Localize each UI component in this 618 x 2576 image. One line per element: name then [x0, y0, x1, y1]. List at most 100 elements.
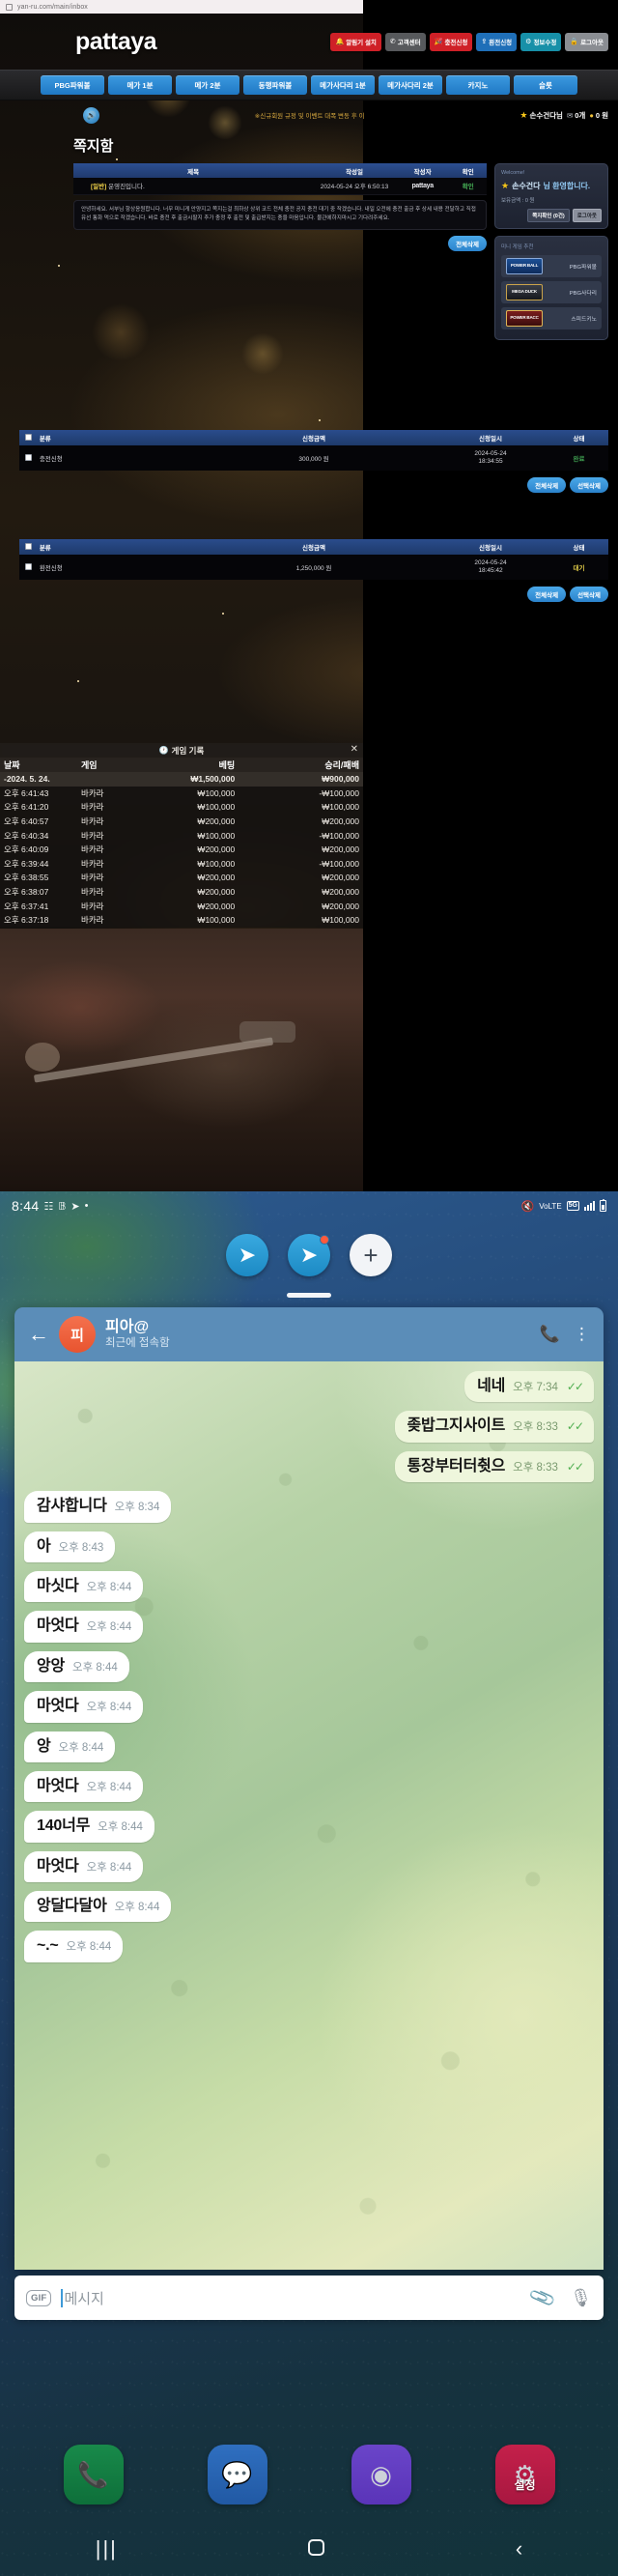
chat-message-list[interactable]: 네네 오후 7:34 ✓✓ 좆밥그지사이트 오후 8:33 ✓✓ 통장부터터췻으… [14, 1361, 604, 2270]
chat-bubble-incoming[interactable]: 감샤합니다 오후 8:34 [24, 1491, 172, 1523]
add-icon[interactable]: + [350, 1234, 392, 1276]
page-info-icon[interactable] [6, 3, 13, 11]
more-vertical-icon[interactable]: ⋮ [574, 1325, 590, 1344]
chat-bubble-incoming[interactable]: 앙달다달아 오후 8:44 [24, 1891, 172, 1923]
header-button-deposit[interactable]: 🎉 충전신청 [429, 32, 473, 51]
chat-bubble-incoming[interactable]: 아 오후 8:43 [24, 1531, 116, 1562]
withdraw-table: 분류 신청금액 신청일시 상태 환전신청 1,250,000 원 2024-05… [19, 539, 608, 580]
chat-bubble-incoming[interactable]: 마싯다 오후 8:44 [24, 1570, 144, 1603]
nav-item-casino[interactable]: 카지노 [446, 75, 510, 95]
deposit-delete-all-button[interactable]: 전체삭제 [527, 477, 567, 493]
recents-icon[interactable]: ||| [96, 2538, 118, 2560]
inbox-col-subject: 제목 [73, 163, 314, 178]
table-row[interactable]: 환전신청 1,250,000 원 2024-05-24 18:45:42 대기 [19, 555, 608, 580]
chat-bubble-incoming[interactable]: 140너무 오후 8:44 [24, 1811, 154, 1843]
message-input-bar[interactable]: GIF 메시지 📎 🎙 [14, 2275, 604, 2320]
header-button-logout[interactable]: 🔒 로그아웃 [565, 32, 608, 51]
bottom-dock: 📞 💬 ◉ ⚙ 설정 [0, 2445, 618, 2504]
list-item[interactable]: POWER BALL PBG파워볼 [501, 255, 602, 277]
close-icon[interactable]: ✕ [351, 744, 358, 755]
nav-item-pbg-powerball[interactable]: PBG파워볼 [41, 75, 104, 95]
inbox-col-date: 작성일 [313, 163, 396, 178]
inbox-column: 제목 작성일 작성자 확인 [일반] 운영진입니다. 2024-05-24 오후… [73, 163, 487, 347]
back-icon[interactable]: ‹ [516, 2538, 522, 2560]
grec-col-date: 날짜 [0, 758, 75, 772]
sparkle [222, 613, 224, 615]
telegram-icon[interactable]: ➤ [226, 1234, 268, 1276]
chat-bubble-outgoing[interactable]: 통장부터터췻으 오후 8:33 ✓✓ [394, 1450, 594, 1483]
withdraw-actions: 전체삭제 선택삭제 [19, 587, 608, 602]
chat-bubble-outgoing[interactable]: 좆밥그지사이트 오후 8:33 ✓✓ [394, 1411, 594, 1443]
grec-date: 오후 6:37:18 [4, 915, 49, 926]
chat-bubble-incoming[interactable]: 마엇다 오후 8:44 [24, 1850, 144, 1883]
grec-date: 오후 6:40:34 [4, 830, 49, 841]
drag-handle[interactable] [287, 1293, 331, 1298]
dock-app-messages[interactable]: 💬 [207, 2445, 267, 2504]
header-button-install-alarm[interactable]: 🔔 알림기 설치 [330, 32, 381, 51]
nav-item-mega-ladder-1min[interactable]: 메가사다리 1분 [311, 75, 375, 95]
header-button-support[interactable]: ✆ 고객센터 [384, 32, 426, 51]
chat-bubble-incoming[interactable]: 앙 오후 8:44 [24, 1731, 116, 1762]
sparkle [319, 419, 321, 421]
row-checkbox[interactable] [25, 454, 32, 461]
grec-col-game: 게임 [75, 758, 124, 772]
avatar[interactable]: 피 [59, 1316, 96, 1353]
chat-bubble-incoming[interactable]: 마엇다 오후 8:44 [24, 1691, 144, 1723]
chat-bubble-outgoing[interactable]: 네네 오후 7:34 ✓✓ [464, 1371, 594, 1403]
logout-button[interactable]: 로그아웃 [572, 209, 602, 222]
inbox-subject-cell[interactable]: [일반] 운영진입니다. [73, 178, 314, 195]
notice-bar: 🔊 ※신규회원 규정 및 이벤트 대폭 변동 후 이 ★ 손수건다님 ✉ 0개 … [0, 100, 618, 129]
nav-item-donghaeng-powerball[interactable]: 동행파워볼 [243, 75, 307, 95]
delete-all-button[interactable]: 전체삭제 [448, 235, 487, 251]
clock-icon: 🕐 [158, 746, 169, 755]
gif-button[interactable]: GIF [26, 2289, 52, 2306]
game-record-table: 날짜 게임 베팅 승리/패배 -2024. 5. 24. ₩1,500,000 … [0, 758, 363, 928]
grec-date: 오후 6:38:55 [4, 873, 49, 883]
select-all-checkbox[interactable] [25, 434, 32, 441]
mail-count[interactable]: ✉ 0개 [567, 110, 585, 121]
message-text: 감샤합니다 [37, 1498, 107, 1515]
site-logo[interactable]: pattaya [75, 28, 157, 56]
header-button-edit-info[interactable]: ⚙ 정보수정 [520, 32, 562, 51]
microphone-icon[interactable]: 🎙 [570, 2288, 592, 2308]
home-icon[interactable] [308, 2538, 325, 2560]
paperclip-icon[interactable]: 📎 [528, 2282, 559, 2313]
list-item[interactable]: POWER BACC 스피드키노 [501, 307, 602, 329]
telegram-icon[interactable]: ➤ [288, 1234, 330, 1276]
phone-icon[interactable]: 📞 [540, 1325, 560, 1344]
dock-app-gallery[interactable]: ◉ [351, 2445, 411, 2504]
withdraw-delete-all-button[interactable]: 전체삭제 [527, 587, 567, 602]
read-receipt-icon: ✓✓ [566, 1419, 584, 1434]
deposit-delete-selected-button[interactable]: 선택삭제 [570, 477, 608, 493]
withdraw-delete-selected-button[interactable]: 선택삭제 [570, 587, 608, 602]
select-all-checkbox[interactable] [25, 543, 32, 550]
nav-item-mega-2min[interactable]: 메가 2분 [176, 75, 239, 95]
chat-bubble-incoming[interactable]: 마엇다 오후 8:44 [24, 1611, 144, 1643]
back-arrow-icon[interactable]: ← [28, 1324, 49, 1345]
list-item[interactable]: MEGA DUCK PBG사다리 [501, 281, 602, 303]
chat-header-actions: 📞 ⋮ [540, 1325, 590, 1344]
nav-item-mega-1min[interactable]: 메가 1분 [108, 75, 172, 95]
chat-bubble-incoming[interactable]: 앙앙 오후 8:44 [24, 1650, 129, 1683]
dock-app-phone[interactable]: 📞 [63, 2445, 124, 2504]
grec-date: 오후 6:39:44 [4, 858, 49, 869]
chat-title-group[interactable]: 피아@ 최근에 접속함 [105, 1319, 170, 1349]
dock-app-settings[interactable]: ⚙ 설정 [494, 2445, 555, 2504]
speaker-icon[interactable]: 🔊 [83, 106, 99, 124]
message-input[interactable]: 메시지 [61, 2288, 521, 2308]
message-time: 오후 8:44 [86, 1702, 132, 1714]
table-row[interactable]: 충전신청 300,000 원 2024-05-24 18:34:55 완료 [19, 445, 608, 471]
nav-item-slot[interactable]: 슬롯 [514, 75, 577, 95]
message-row: ~.~ 오후 8:44 [24, 1931, 594, 1962]
grec-result: -₩100,000 [319, 787, 359, 798]
header-button-withdraw[interactable]: ⇪ 환전신청 [476, 32, 518, 51]
chat-bubble-incoming[interactable]: 마엇다 오후 8:44 [24, 1770, 144, 1803]
mini-game-card: 미니 게임 추천 POWER BALL PBG파워볼 MEGA DUCK PBG… [494, 236, 608, 340]
nav-item-mega-ladder-2min[interactable]: 메가사다리 2분 [379, 75, 442, 95]
row-checkbox[interactable] [25, 563, 32, 570]
chat-bubble-incoming[interactable]: ~.~ 오후 8:44 [24, 1931, 124, 1962]
table-row[interactable]: [일반] 운영진입니다. 2024-05-24 오후 6:50:13 patta… [73, 178, 487, 195]
withdraw-col-type-label: 분류 [39, 545, 51, 552]
message-row: 앙앙 오후 8:44 [24, 1650, 594, 1683]
check-messages-button[interactable]: 쪽지확인 (0건) [527, 209, 570, 222]
